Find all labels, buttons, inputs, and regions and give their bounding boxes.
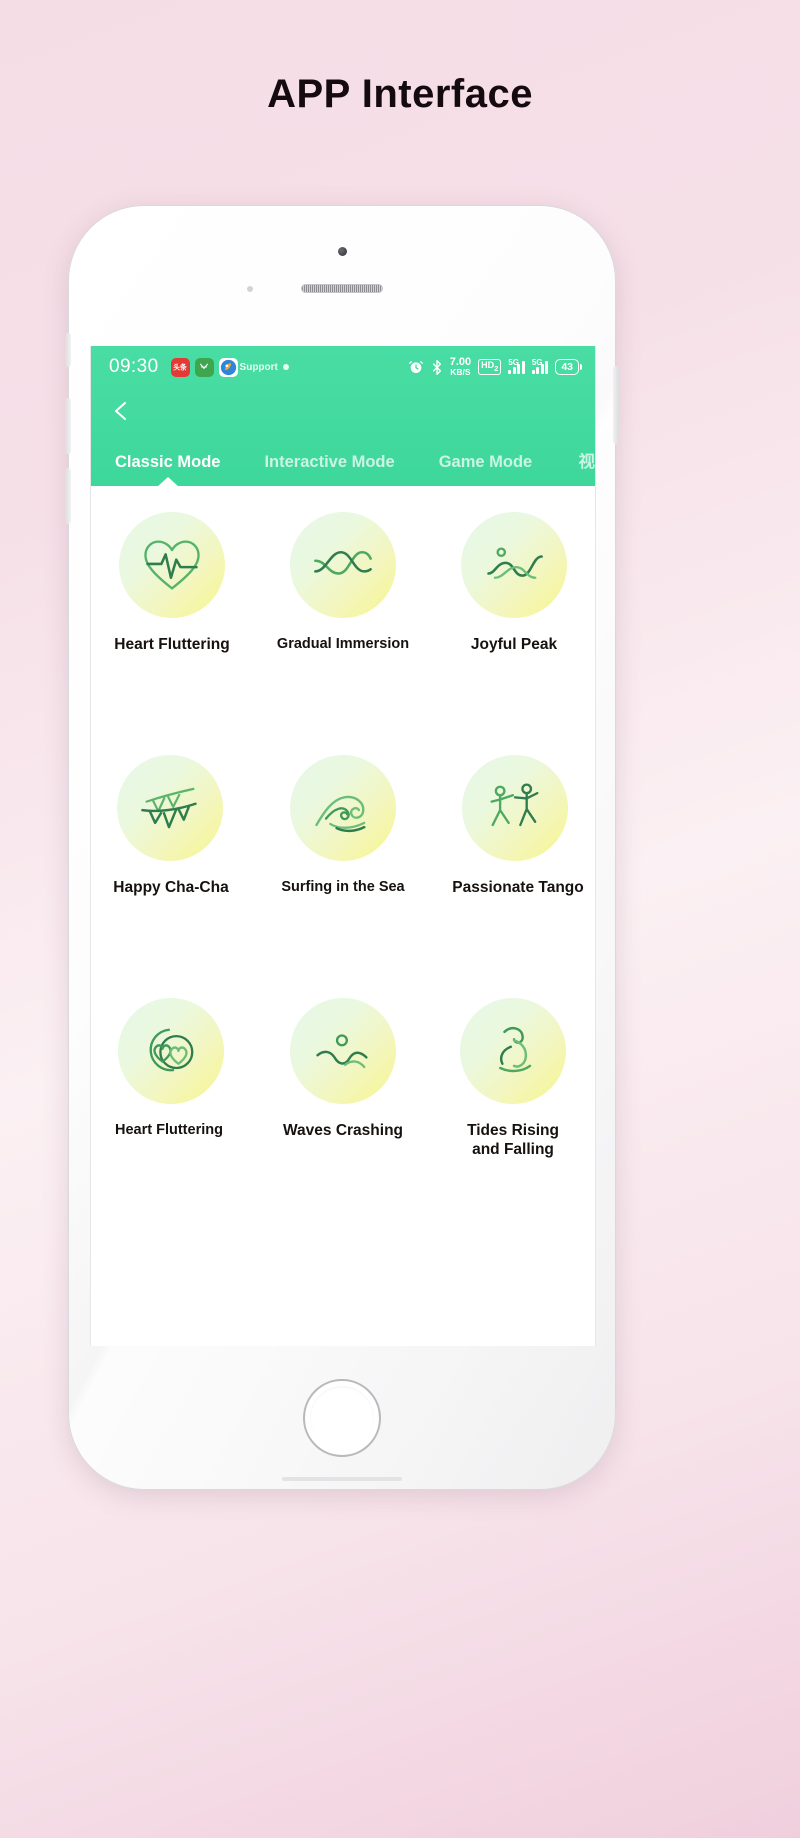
grid-item-label: Heart Fluttering [114, 636, 230, 653]
grid-item-label: Passionate Tango [452, 879, 584, 896]
signal-strength-sim2-icon: 5G [531, 358, 549, 374]
grid-row: Happy Cha-Cha Surfing in the Sea Passion… [91, 755, 595, 998]
heartbeat-glyph [144, 540, 200, 590]
two-hearts-icon[interactable] [118, 998, 224, 1104]
app-header: 09:30 头条 Support 7.00 KB/S HD2 5G 5G 43 … [91, 346, 595, 486]
ocean-wave-glyph [315, 795, 366, 833]
mode-tab-bar: Classic Mode Interactive Mode Game Mode … [91, 434, 595, 486]
crossing-waves-icon[interactable] [290, 512, 396, 618]
grid-item-label: Happy Cha-Cha [113, 879, 229, 896]
front-camera-icon [338, 247, 347, 256]
power-button[interactable] [613, 366, 619, 444]
grid-item-label: Heart Fluttering [115, 1122, 223, 1138]
sim2-bar-1 [531, 370, 535, 374]
wechat-pay-glyph [199, 363, 209, 370]
hd-voice-badge: HD2 [478, 359, 502, 375]
toutiao-icon: 头条 [170, 357, 190, 377]
swimmer-glyph [316, 1034, 368, 1069]
sim2-bar-2 [536, 367, 540, 374]
tab-interactive-mode[interactable]: Interactive Mode [264, 453, 416, 486]
sim1-bar-2 [512, 367, 516, 374]
support-label: Support [239, 361, 278, 373]
silent-switch-button[interactable] [65, 333, 71, 367]
grid-item-label: Gradual Immersion [276, 636, 410, 652]
tab-overflow-partial[interactable]: 视 [579, 448, 596, 486]
alarm-icon [408, 361, 423, 373]
bluetooth-icon [432, 359, 441, 375]
status-bar: 09:30 头条 Support 7.00 KB/S HD2 5G 5G 43 [91, 346, 595, 388]
proximity-sensor-icon [247, 286, 253, 292]
grid-item-gradual-immersion[interactable]: Gradual Immersion [259, 512, 427, 755]
grid-item-heart-fluttering-2[interactable]: Heart Fluttering [91, 998, 259, 1241]
notification-icons: 头条 Support [170, 357, 289, 377]
bunting-flags-icon[interactable] [117, 755, 223, 861]
grid-item-tides-rising-and-falling[interactable]: Tides Rising and Falling [427, 998, 595, 1241]
grid-item-passionate-tango[interactable]: Passionate Tango [427, 755, 595, 998]
volume-down-button[interactable] [65, 468, 71, 524]
signal-strength-sim1-icon: 5G [508, 358, 525, 374]
active-tab-indicator [157, 477, 179, 486]
page-title: APP Interface [267, 72, 533, 116]
dancing-couple-icon[interactable] [462, 755, 568, 861]
battery-indicator: 43 [555, 359, 579, 375]
phone-device-mockup: 09:30 头条 Support 7.00 KB/S HD2 5G 5G 43 … [65, 205, 619, 1490]
grid-item-surfing-in-the-sea[interactable]: Surfing in the Sea [259, 755, 427, 998]
sim2-bar-4 [545, 361, 549, 374]
hd-badge-text: HD [481, 360, 495, 371]
grid-row: Heart Fluttering Gradual Immersion Joyfu… [91, 512, 595, 755]
tab-game-mode[interactable]: Game Mode [439, 453, 555, 486]
ocean-wave-icon[interactable] [290, 755, 396, 861]
toutiao-icon-label: 头条 [173, 363, 187, 371]
bunting-flags-glyph [141, 787, 197, 829]
grid-item-label: Waves Crashing [282, 1122, 404, 1139]
navigation-row [91, 388, 595, 434]
status-indicators: 7.00 KB/S HD2 5G 5G 43 [408, 357, 579, 377]
wechat-pay-icon [194, 357, 214, 377]
volume-up-button[interactable] [65, 398, 71, 454]
sim1-network-type-label: 5G [508, 358, 519, 367]
grid-row: Heart Fluttering Waves Crashing Tides Ri… [91, 998, 595, 1241]
network-speed-indicator: 7.00 KB/S [450, 357, 471, 377]
heartbeat-icon[interactable] [119, 512, 225, 618]
network-speed-unit: KB/S [450, 367, 471, 378]
sim2-network-type-label: 5G [531, 358, 543, 367]
runner-icon[interactable] [460, 998, 566, 1104]
home-button[interactable] [303, 1379, 381, 1457]
back-chevron-icon[interactable] [109, 399, 133, 423]
earpiece-speaker [301, 284, 383, 293]
grid-item-label: Surfing in the Sea [281, 879, 405, 895]
grid-item-joyful-peak[interactable]: Joyful Peak [427, 512, 595, 755]
support-app-glyph [220, 359, 236, 375]
grid-item-label: Joyful Peak [470, 636, 558, 653]
status-time: 09:30 [109, 356, 159, 377]
grid-item-waves-crashing[interactable]: Waves Crashing [259, 998, 427, 1241]
support-app-icon [218, 357, 238, 377]
grid-item-happy-cha-cha[interactable]: Happy Cha-Cha [91, 755, 259, 998]
grid-item-label: Tides Rising and Falling [467, 1122, 559, 1158]
dancing-couple-glyph [490, 783, 539, 827]
runner-glyph [499, 1026, 532, 1073]
more-notifications-dot-icon [282, 364, 289, 370]
hd-badge-sub: 2 [494, 364, 499, 374]
two-hearts-glyph [149, 1028, 194, 1072]
bottom-speaker-grille [282, 1477, 402, 1481]
peak-wave-icon[interactable] [461, 512, 567, 618]
mode-grid: Heart Fluttering Gradual Immersion Joyfu… [91, 486, 595, 1241]
grid-item-heart-fluttering[interactable]: Heart Fluttering [91, 512, 259, 755]
crossing-waves-glyph [314, 550, 372, 575]
peak-wave-glyph [487, 547, 543, 579]
sim1-bar-4 [521, 361, 525, 374]
swimmer-icon[interactable] [290, 998, 396, 1104]
phone-screen: 09:30 头条 Support 7.00 KB/S HD2 5G 5G 43 … [90, 346, 596, 1346]
sim1-bar-1 [508, 370, 512, 374]
